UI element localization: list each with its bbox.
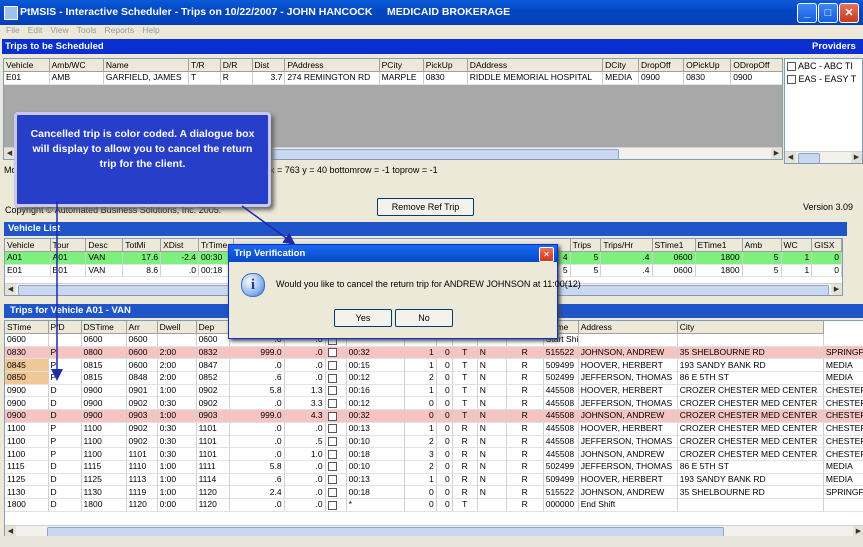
yes-button[interactable]: Yes — [334, 309, 392, 327]
no-button[interactable]: No — [395, 309, 453, 327]
info-icon: i — [241, 273, 265, 297]
dialog-title: Trip Verification — [229, 245, 557, 262]
trip-verification-dialog: Trip Verification ✕ i Would you like to … — [228, 244, 581, 339]
dialog-close-icon[interactable]: ✕ — [539, 247, 554, 262]
dialog-message: Would you like to cancel the return trip… — [276, 279, 581, 289]
